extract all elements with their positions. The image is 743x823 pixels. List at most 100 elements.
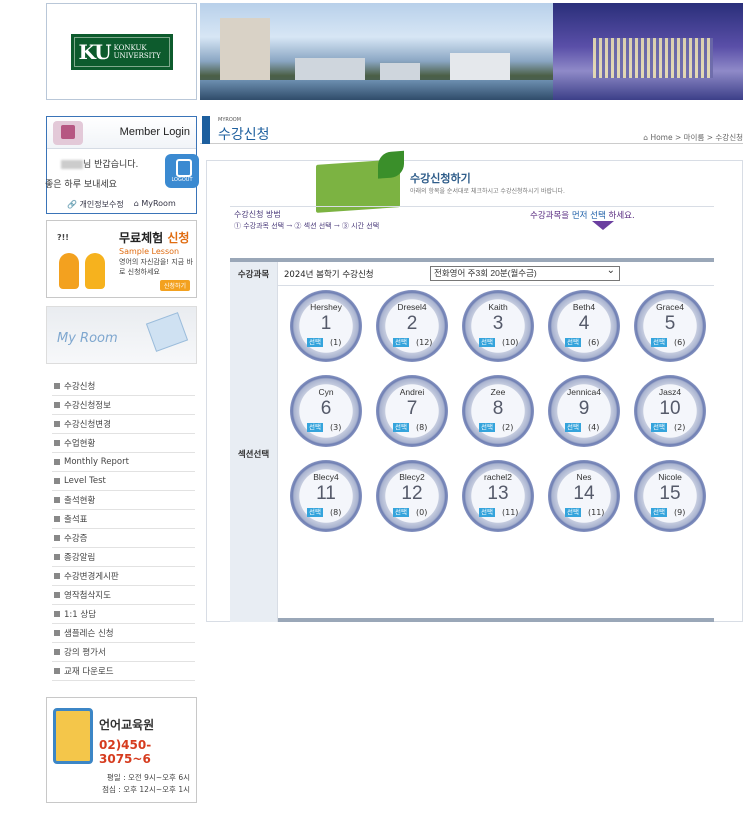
enrolled-count: (1) <box>330 338 342 347</box>
select-button[interactable]: 선택 <box>479 338 495 347</box>
select-button[interactable]: 선택 <box>651 423 667 432</box>
tutor-grid: Hershey 1 선택 (1) Dresel4 2 선택 (12) Kaith 3 선택 (10) B… <box>284 290 714 620</box>
select-button[interactable]: 선택 <box>651 508 667 517</box>
menu-item[interactable]: 출석표 <box>52 510 195 529</box>
section-number: 12 <box>401 483 423 504</box>
logo-name-1: KONKUK <box>113 43 147 52</box>
member-icon <box>53 121 83 145</box>
enrolled-count: (8) <box>330 508 342 517</box>
select-button[interactable]: 선택 <box>393 338 409 347</box>
enrolled-count: (0) <box>416 508 428 517</box>
enroll-subtitle: 아래의 항목을 순서대로 체크하시고 수강신청하시기 바랍니다. <box>410 188 565 195</box>
tutor-name: Nicole <box>658 472 682 482</box>
menu-item[interactable]: Monthly Report <box>52 453 195 472</box>
select-button[interactable]: 선택 <box>479 508 495 517</box>
edit-profile-link[interactable]: 🔗 개인정보수정 <box>67 199 124 210</box>
course-row: 수강과목 2024년 봄학기 수강신청 전화영어 주3회 20분(월수금) <box>230 262 714 286</box>
tutor-section-2[interactable]: Dresel4 2 선택 (12) <box>376 290 448 362</box>
select-button[interactable]: 선택 <box>565 423 581 432</box>
section-number: 6 <box>320 398 332 419</box>
link-icon: 🔗 <box>67 200 77 209</box>
select-button[interactable]: 선택 <box>307 508 323 517</box>
myroom-title: My Room <box>57 331 118 346</box>
menu-item[interactable]: 수강신청정보 <box>52 396 195 415</box>
menu-item[interactable]: 종강알림 <box>52 548 195 567</box>
menu-item[interactable]: 수업현황 <box>52 434 195 453</box>
tutor-section-4[interactable]: Beth4 4 선택 (6) <box>548 290 620 362</box>
enrolled-count: (10) <box>502 338 519 347</box>
tutor-section-3[interactable]: Kaith 3 선택 (10) <box>462 290 534 362</box>
menu-item[interactable]: 수강증 <box>52 529 195 548</box>
home-icon: ⌂ <box>133 199 139 208</box>
tutor-section-8[interactable]: Zee 8 선택 (2) <box>462 375 534 447</box>
enrolled-count: (11) <box>588 508 605 517</box>
tutor-section-1[interactable]: Hershey 1 선택 (1) <box>290 290 362 362</box>
tutor-name: Jennica4 <box>566 387 602 397</box>
menu-item[interactable]: 수강신청변경 <box>52 415 195 434</box>
myroom-header: My Room <box>46 306 197 364</box>
campus-banner-image <box>200 3 743 100</box>
semester-text: 2024년 봄학기 수강신청 <box>284 270 374 280</box>
select-button[interactable]: 선택 <box>307 338 323 347</box>
select-button[interactable]: 선택 <box>393 423 409 432</box>
tutor-name: Kaith <box>488 302 508 312</box>
section-number: 11 <box>316 483 336 504</box>
menu-item[interactable]: 1:1 상담 <box>52 605 195 624</box>
language-center-info: 언어교육원 02)450-3075~6 평일 : 오전 9시~오후 6시 점심 … <box>46 697 197 803</box>
section-label: 섹션선택 <box>230 286 278 622</box>
free-trial-banner[interactable]: ?!! 무료체험 신청 Sample Lesson 영어의 자신감을! 지금 바… <box>46 220 197 298</box>
trial-title: 무료체험 신청 <box>119 231 190 245</box>
menu-item[interactable]: 교재 다운로드 <box>52 662 195 681</box>
howto-steps: ① 수강과목 선택 → ② 섹션 선택 → ③ 시간 선택 <box>234 222 380 230</box>
section-number: 1 <box>320 313 332 334</box>
center-hours: 평일 : 오전 9시~오후 6시 점심 : 오후 12시~오후 1시 <box>102 773 190 794</box>
enroll-form-table: 수강과목 2024년 봄학기 수강신청 전화영어 주3회 20분(월수금) 섹션… <box>230 258 714 622</box>
people-icon: ?!! <box>57 233 111 289</box>
select-button[interactable]: 선택 <box>393 508 409 517</box>
trial-apply-button[interactable]: 신청하기 <box>159 280 190 291</box>
section-number: 5 <box>664 313 676 334</box>
select-button[interactable]: 선택 <box>479 423 495 432</box>
tutor-section-10[interactable]: Jasz4 10 선택 (2) <box>634 375 706 447</box>
konkuk-logo[interactable]: KU KONKUK UNIVERSITY <box>70 33 173 70</box>
select-button[interactable]: 선택 <box>307 423 323 432</box>
tutor-section-13[interactable]: rachel2 13 선택 (11) <box>462 460 534 532</box>
tutor-section-12[interactable]: Blecy2 12 선택 (0) <box>376 460 448 532</box>
myroom-link[interactable]: ⌂ MyRoom <box>134 199 176 210</box>
tutor-section-14[interactable]: Nes 14 선택 (11) <box>548 460 620 532</box>
logo-mark: KU <box>78 39 112 64</box>
menu-item[interactable]: Level Test <box>52 472 195 491</box>
enrolled-count: (2) <box>674 423 686 432</box>
select-button[interactable]: 선택 <box>565 338 581 347</box>
logo-name-2: UNIVERSITY <box>113 51 161 60</box>
enrolled-count: (9) <box>674 508 686 517</box>
select-button[interactable]: 선택 <box>565 508 581 517</box>
tutor-name: Beth4 <box>572 302 596 312</box>
menu-item[interactable]: 샘플레슨 신청 <box>52 624 195 643</box>
tutor-section-6[interactable]: Cyn 6 선택 (3) <box>290 375 362 447</box>
menu-item[interactable]: 수강변경게시판 <box>52 567 195 586</box>
tutor-name: Andrei <box>399 387 425 397</box>
enrolled-count: (3) <box>330 423 342 432</box>
breadcrumb[interactable]: ⌂ Home > 마이룸 > 수강신청 <box>643 132 743 143</box>
tutor-section-11[interactable]: Blecy4 11 선택 (8) <box>290 460 362 532</box>
book-icon <box>316 159 400 213</box>
menu-item[interactable]: 강의 평가서 <box>52 643 195 662</box>
section-label: MYROOM <box>218 117 242 123</box>
course-select[interactable]: 전화영어 주3회 20분(월수금) <box>430 264 620 281</box>
tutor-name: Zee <box>490 387 506 397</box>
door-icon <box>53 708 93 764</box>
blurred-username <box>61 160 83 169</box>
university-logo-box[interactable]: KU KONKUK UNIVERSITY <box>46 3 197 100</box>
tutor-section-9[interactable]: Jennica4 9 선택 (4) <box>548 375 620 447</box>
logout-button[interactable]: LOGOUT <box>165 154 199 188</box>
tutor-section-7[interactable]: Andrei 7 선택 (8) <box>376 375 448 447</box>
section-number: 8 <box>492 398 504 419</box>
menu-item[interactable]: 수강신청 <box>52 377 195 396</box>
login-header: Member Login <box>47 117 196 149</box>
tutor-section-15[interactable]: Nicole 15 선택 (9) <box>634 460 706 532</box>
tutor-section-5[interactable]: Grace4 5 선택 (6) <box>634 290 706 362</box>
menu-item[interactable]: 영작첨삭지도 <box>52 586 195 605</box>
select-button[interactable]: 선택 <box>651 338 667 347</box>
menu-item[interactable]: 출석현황 <box>52 491 195 510</box>
